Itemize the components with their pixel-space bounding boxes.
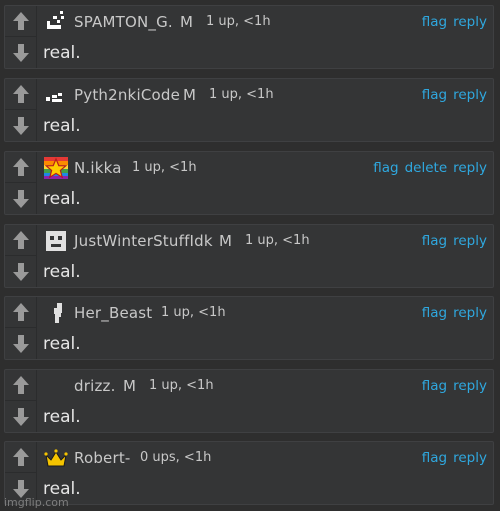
comment: Pyth2nkiCode M 1 up, <1h flag reply real… <box>4 78 494 142</box>
flag-link[interactable]: flag <box>422 450 447 466</box>
username-link[interactable]: Pyth2nkiCode <box>74 86 180 104</box>
downvote-button[interactable] <box>5 328 37 359</box>
reply-link[interactable]: reply <box>453 378 487 394</box>
down-arrow-icon <box>13 334 29 353</box>
mod-badge: M <box>180 13 193 31</box>
up-arrow-icon <box>13 12 29 30</box>
reply-link[interactable]: reply <box>453 14 487 30</box>
down-arrow-icon <box>13 407 29 426</box>
vote-time-meta: 1 up, <1h <box>161 305 226 320</box>
delete-link[interactable]: delete <box>405 160 448 176</box>
up-arrow-icon <box>13 448 29 466</box>
reply-link[interactable]: reply <box>453 305 487 321</box>
downvote-button[interactable] <box>5 183 37 214</box>
mod-badge: M <box>123 377 136 395</box>
comment-text: real. <box>43 262 81 282</box>
upvote-button[interactable] <box>5 6 37 37</box>
reply-link[interactable]: reply <box>453 233 487 249</box>
comment: SPAMTON_G. M 1 up, <1h flag reply real. <box>4 5 494 69</box>
flag-link[interactable]: flag <box>422 87 447 103</box>
crown-icon[interactable] <box>43 446 69 470</box>
imgflip-watermark: imgflip.com <box>4 496 69 509</box>
comment: JustWinterStuffIdk M 1 up, <1h flag repl… <box>4 224 494 288</box>
flag-link[interactable]: flag <box>422 378 447 394</box>
vote-time-meta: 0 ups, <1h <box>140 450 212 465</box>
username-link[interactable]: SPAMTON_G. <box>74 13 173 31</box>
downvote-button[interactable] <box>5 37 37 68</box>
pixel-snake-icon[interactable] <box>43 83 69 107</box>
comment-text: real. <box>43 116 81 136</box>
spamton-pixel-icon[interactable] <box>43 10 69 34</box>
mod-badge: M <box>183 86 196 104</box>
comment-text: real. <box>43 189 81 209</box>
upvote-button[interactable] <box>5 442 37 473</box>
blank-avatar[interactable] <box>43 374 69 398</box>
vote-time-meta: 1 up, <1h <box>206 14 271 29</box>
downvote-button[interactable] <box>5 110 37 141</box>
comment-actions: flag delete reply <box>373 160 487 176</box>
downvote-button[interactable] <box>5 256 37 287</box>
pixel-figure-icon[interactable] <box>43 301 69 325</box>
comment-text: real. <box>43 407 81 427</box>
vote-controls <box>5 370 37 432</box>
reply-link[interactable]: reply <box>453 450 487 466</box>
downvote-button[interactable] <box>5 401 37 432</box>
comment-actions: flag reply <box>422 14 487 30</box>
username-link[interactable]: Her_Beast <box>74 304 152 322</box>
upvote-button[interactable] <box>5 79 37 110</box>
up-arrow-icon <box>13 376 29 394</box>
comment-actions: flag reply <box>422 87 487 103</box>
up-arrow-icon <box>13 231 29 249</box>
upvote-button[interactable] <box>5 225 37 256</box>
flag-link[interactable]: flag <box>373 160 398 176</box>
up-arrow-icon <box>13 158 29 176</box>
flag-link[interactable]: flag <box>422 233 447 249</box>
down-arrow-icon <box>13 189 29 208</box>
username-link[interactable]: N.ikka <box>74 159 122 177</box>
flag-link[interactable]: flag <box>422 14 447 30</box>
username-link[interactable]: Robert- <box>74 449 131 467</box>
up-arrow-icon <box>13 303 29 321</box>
comment-actions: flag reply <box>422 233 487 249</box>
vote-controls <box>5 442 37 504</box>
reply-link[interactable]: reply <box>453 87 487 103</box>
rainbow-star-icon[interactable] <box>43 156 69 180</box>
comment: Her_Beast 1 up, <1h flag reply real. <box>4 296 494 360</box>
vote-controls <box>5 297 37 359</box>
up-arrow-icon <box>13 85 29 103</box>
vote-controls <box>5 79 37 141</box>
vote-time-meta: 1 up, <1h <box>245 233 310 248</box>
comment-actions: flag reply <box>422 305 487 321</box>
comment-actions: flag reply <box>422 378 487 394</box>
vote-controls <box>5 6 37 68</box>
vote-controls <box>5 225 37 287</box>
vote-time-meta: 1 up, <1h <box>149 378 214 393</box>
down-arrow-icon <box>13 116 29 135</box>
down-arrow-icon <box>13 479 29 498</box>
flag-link[interactable]: flag <box>422 305 447 321</box>
vote-controls <box>5 152 37 214</box>
comment-text: real. <box>43 43 81 63</box>
username-link[interactable]: JustWinterStuffIdk <box>74 232 213 250</box>
reply-link[interactable]: reply <box>453 160 487 176</box>
vote-time-meta: 1 up, <1h <box>209 87 274 102</box>
down-arrow-icon <box>13 43 29 62</box>
comment-actions: flag reply <box>422 450 487 466</box>
comment: drizz. M 1 up, <1h flag reply real. <box>4 369 494 433</box>
comment: N.ikka 1 up, <1h flag delete reply real. <box>4 151 494 215</box>
comment: Robert- 0 ups, <1h flag reply real. <box>4 441 494 505</box>
username-link[interactable]: drizz. <box>74 377 116 395</box>
comment-feed: SPAMTON_G. M 1 up, <1h flag reply real. … <box>0 0 500 511</box>
mod-badge: M <box>219 232 232 250</box>
comment-text: real. <box>43 334 81 354</box>
vote-time-meta: 1 up, <1h <box>132 160 197 175</box>
upvote-button[interactable] <box>5 297 37 328</box>
down-arrow-icon <box>13 262 29 281</box>
pixel-face-icon[interactable] <box>43 229 69 253</box>
upvote-button[interactable] <box>5 370 37 401</box>
upvote-button[interactable] <box>5 152 37 183</box>
